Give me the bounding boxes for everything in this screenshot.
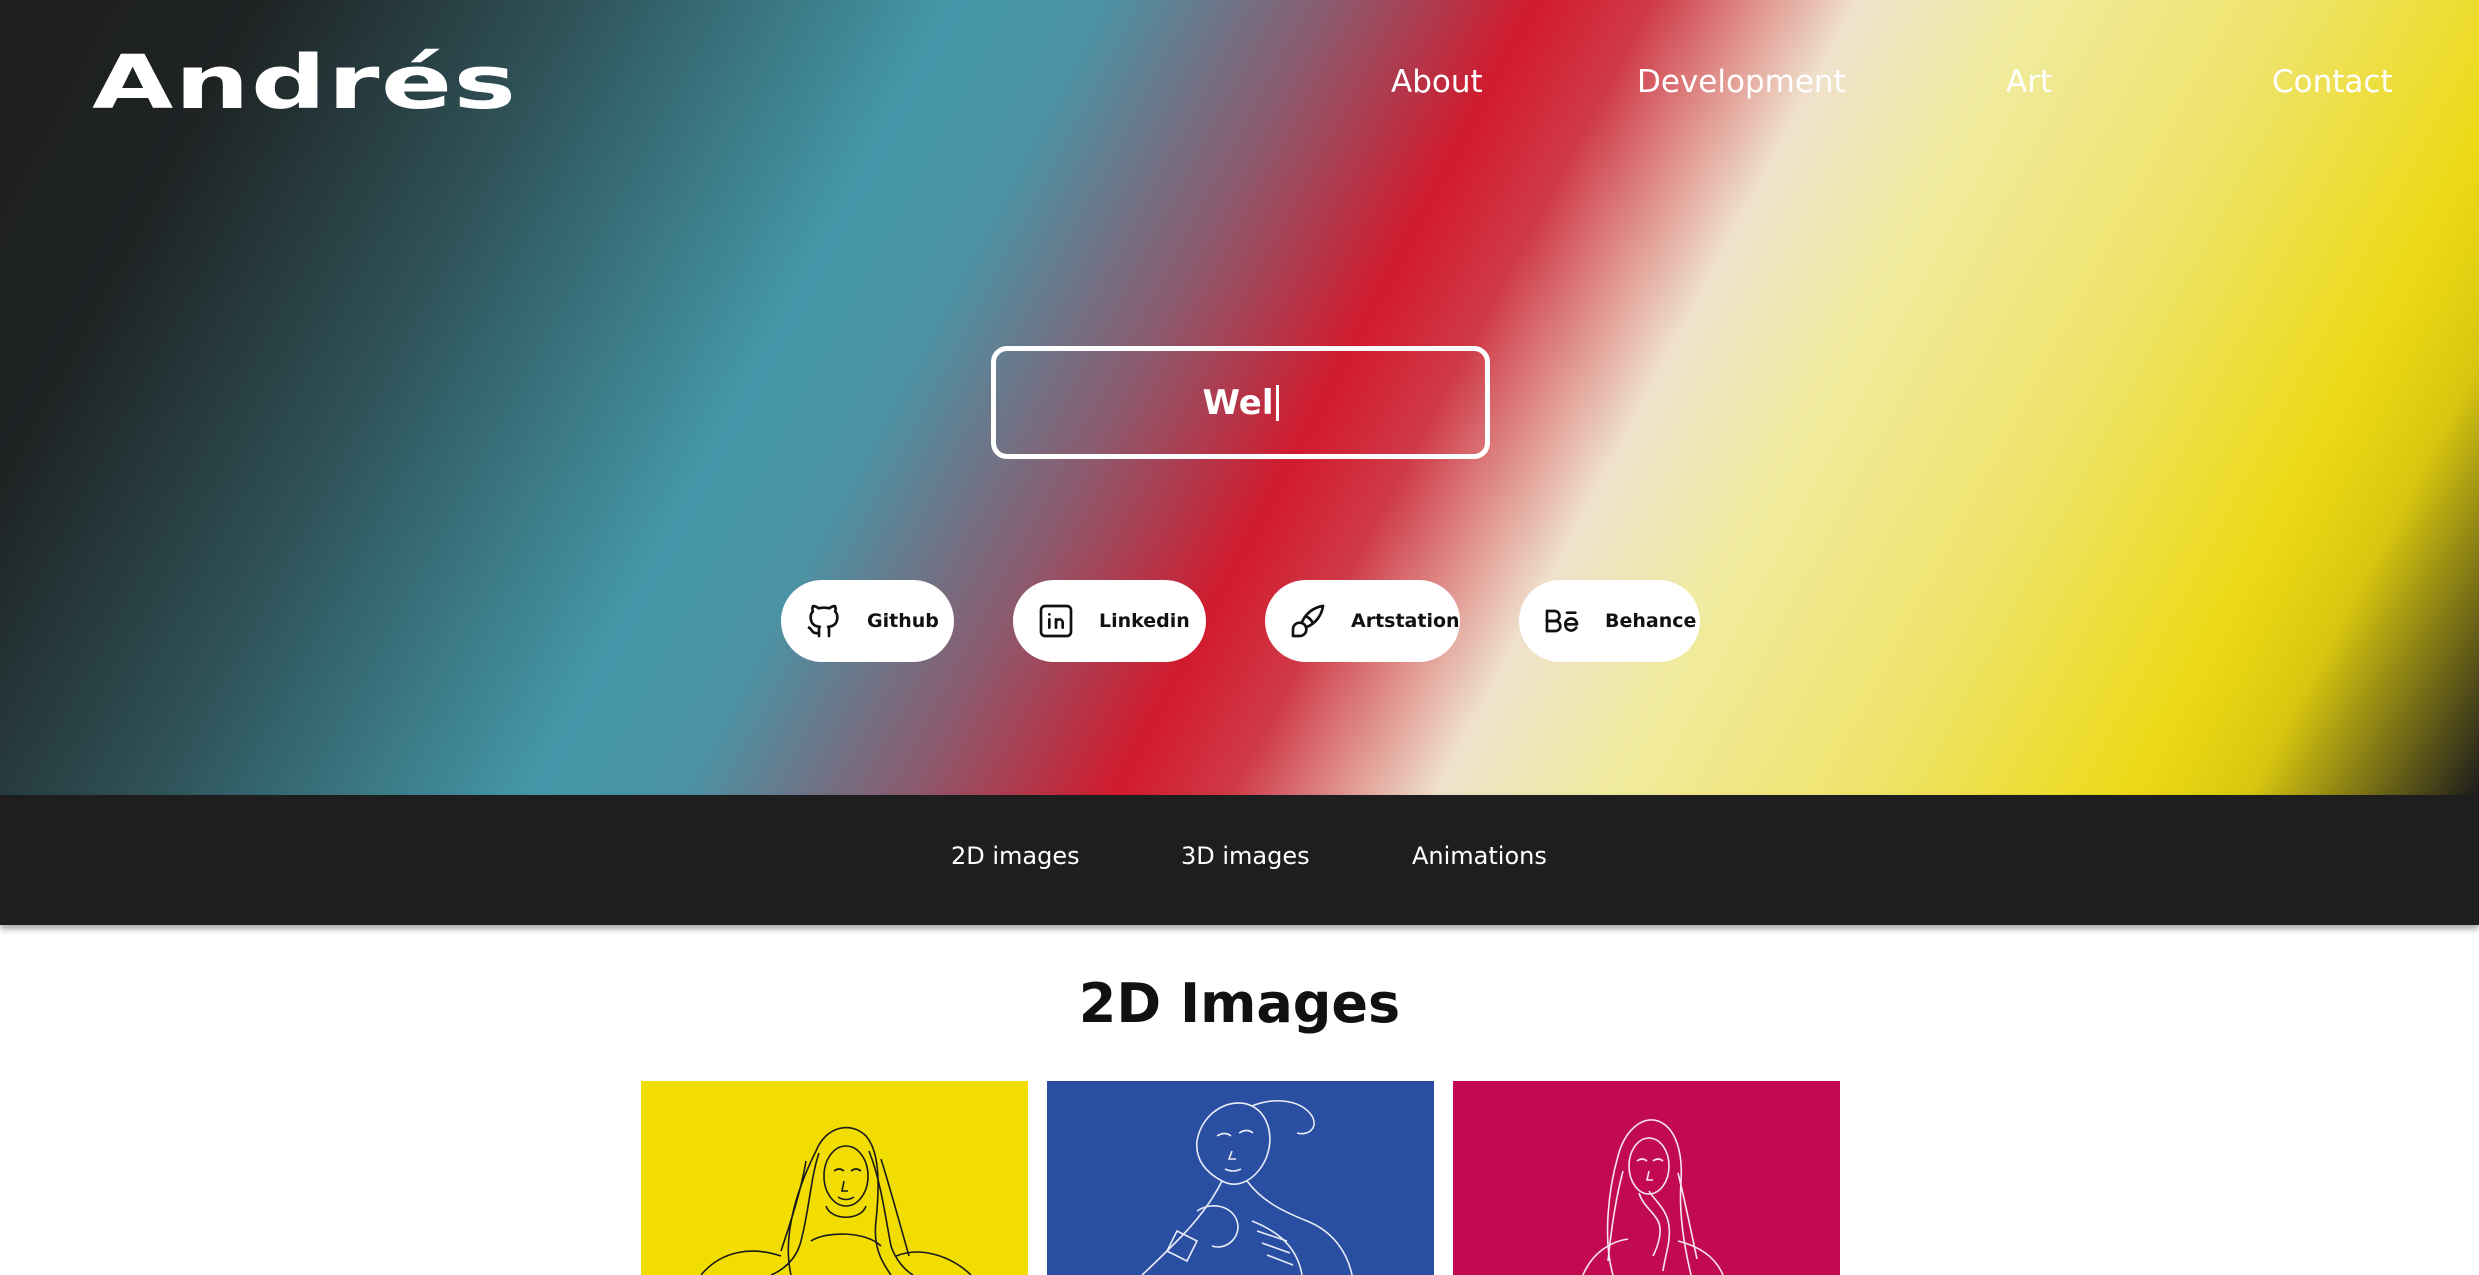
- subnav-animations[interactable]: Animations: [1412, 842, 1547, 870]
- hero-banner: Andrés About Development Art Contact Wel…: [0, 0, 2479, 795]
- artstation-button[interactable]: Artstation: [1265, 580, 1460, 662]
- portrait-illustration-2: [1047, 1081, 1434, 1275]
- gallery-tile[interactable]: [1453, 1081, 1840, 1275]
- linkedin-label: Linkedin: [1099, 610, 1190, 632]
- portrait-illustration-3: [1453, 1081, 1840, 1275]
- gallery-subnav: 2D images 3D images Animations: [0, 795, 2479, 925]
- portrait-illustration-1: [641, 1081, 1028, 1275]
- subnav-2d-images[interactable]: 2D images: [951, 842, 1080, 870]
- linkedin-icon: [1035, 600, 1077, 642]
- behance-icon: [1541, 600, 1583, 642]
- welcome-typing-box: Wel: [991, 346, 1490, 459]
- brush-icon: [1287, 600, 1329, 642]
- gallery-tile[interactable]: [641, 1081, 1028, 1275]
- section-title: 2D Images: [1078, 972, 1401, 1035]
- github-icon: [803, 600, 845, 642]
- linkedin-button[interactable]: Linkedin: [1013, 580, 1206, 662]
- text-caret: [1275, 384, 1279, 421]
- artstation-label: Artstation: [1351, 610, 1460, 632]
- site-logo[interactable]: Andrés: [92, 40, 518, 126]
- behance-label: Behance: [1605, 610, 1697, 632]
- github-button[interactable]: Github: [781, 580, 954, 662]
- behance-button[interactable]: Behance: [1519, 580, 1700, 662]
- nav-link-about[interactable]: About: [1391, 64, 1483, 100]
- nav-link-contact[interactable]: Contact: [2272, 64, 2393, 100]
- nav-link-art[interactable]: Art: [2006, 64, 2052, 100]
- gallery-tile[interactable]: [1047, 1081, 1434, 1275]
- github-label: Github: [867, 610, 939, 632]
- nav-link-development[interactable]: Development: [1637, 64, 1846, 100]
- welcome-typing-text: Wel: [1202, 382, 1274, 423]
- subnav-3d-images[interactable]: 3D images: [1181, 842, 1310, 870]
